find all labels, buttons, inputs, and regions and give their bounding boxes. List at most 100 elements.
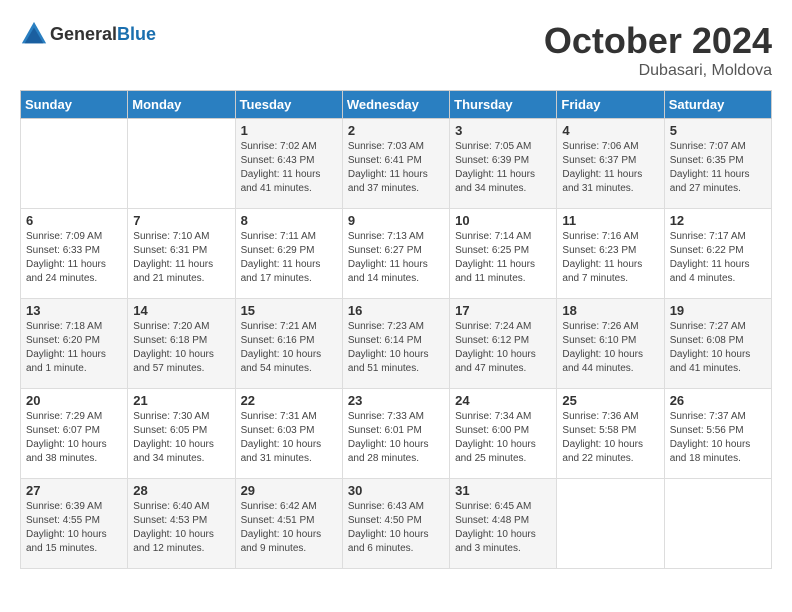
day-info: Sunrise: 7:23 AMSunset: 6:14 PMDaylight:…	[348, 320, 444, 376]
day-info: Sunrise: 7:20 AMSunset: 6:18 PMDaylight:…	[133, 320, 229, 376]
day-info: Sunrise: 7:03 AMSunset: 6:41 PMDaylight:…	[348, 140, 444, 196]
calendar-cell: 3 Sunrise: 7:05 AMSunset: 6:39 PMDaylight…	[450, 119, 557, 209]
day-number: 4	[562, 123, 658, 138]
weekday-header-row: SundayMondayTuesdayWednesdayThursdayFrid…	[21, 91, 772, 119]
day-number: 5	[670, 123, 766, 138]
day-info: Sunrise: 7:18 AMSunset: 6:20 PMDaylight:…	[26, 320, 122, 376]
day-info: Sunrise: 7:06 AMSunset: 6:37 PMDaylight:…	[562, 140, 658, 196]
calendar-cell: 12 Sunrise: 7:17 AMSunset: 6:22 PMDayligh…	[664, 209, 771, 299]
weekday-header-tuesday: Tuesday	[235, 91, 342, 119]
day-number: 17	[455, 303, 551, 318]
calendar-cell: 14 Sunrise: 7:20 AMSunset: 6:18 PMDayligh…	[128, 299, 235, 389]
day-number: 3	[455, 123, 551, 138]
day-number: 12	[670, 213, 766, 228]
day-number: 18	[562, 303, 658, 318]
calendar-cell: 26 Sunrise: 7:37 AMSunset: 5:56 PMDayligh…	[664, 389, 771, 479]
day-info: Sunrise: 7:34 AMSunset: 6:00 PMDaylight:…	[455, 410, 551, 466]
calendar-cell	[664, 479, 771, 569]
day-info: Sunrise: 7:13 AMSunset: 6:27 PMDaylight:…	[348, 230, 444, 286]
day-info: Sunrise: 7:02 AMSunset: 6:43 PMDaylight:…	[241, 140, 337, 196]
day-number: 19	[670, 303, 766, 318]
day-number: 28	[133, 483, 229, 498]
day-info: Sunrise: 7:17 AMSunset: 6:22 PMDaylight:…	[670, 230, 766, 286]
day-number: 2	[348, 123, 444, 138]
day-info: Sunrise: 7:37 AMSunset: 5:56 PMDaylight:…	[670, 410, 766, 466]
calendar-week-3: 13 Sunrise: 7:18 AMSunset: 6:20 PMDayligh…	[21, 299, 772, 389]
calendar-cell: 22Sunrise: 7:31 AMSunset: 6:03 PMDayligh…	[235, 389, 342, 479]
day-info: Sunrise: 7:11 AMSunset: 6:29 PMDaylight:…	[241, 230, 337, 286]
day-number: 29	[241, 483, 337, 498]
day-info: Sunrise: 7:31 AMSunset: 6:03 PMDaylight:…	[241, 410, 337, 466]
day-info: Sunrise: 7:10 AMSunset: 6:31 PMDaylight:…	[133, 230, 229, 286]
day-number: 11	[562, 213, 658, 228]
day-number: 31	[455, 483, 551, 498]
calendar-cell: 17 Sunrise: 7:24 AMSunset: 6:12 PMDayligh…	[450, 299, 557, 389]
day-number: 10	[455, 213, 551, 228]
weekday-header-friday: Friday	[557, 91, 664, 119]
day-number: 21	[133, 393, 229, 408]
location-title: Dubasari, Moldova	[544, 62, 772, 80]
calendar-cell: 30 Sunrise: 6:43 AMSunset: 4:50 PMDayligh…	[342, 479, 449, 569]
calendar-week-4: 20Sunrise: 7:29 AMSunset: 6:07 PMDayligh…	[21, 389, 772, 479]
day-info: Sunrise: 7:21 AMSunset: 6:16 PMDaylight:…	[241, 320, 337, 376]
calendar-cell: 28 Sunrise: 6:40 AMSunset: 4:53 PMDayligh…	[128, 479, 235, 569]
day-info: Sunrise: 7:26 AMSunset: 6:10 PMDaylight:…	[562, 320, 658, 376]
calendar-cell: 4 Sunrise: 7:06 AMSunset: 6:37 PMDaylight…	[557, 119, 664, 209]
logo-general-text: General	[50, 24, 117, 44]
month-title: October 2024	[544, 20, 772, 62]
day-number: 14	[133, 303, 229, 318]
calendar-cell: 10 Sunrise: 7:14 AMSunset: 6:25 PMDayligh…	[450, 209, 557, 299]
calendar-cell: 23 Sunrise: 7:33 AMSunset: 6:01 PMDayligh…	[342, 389, 449, 479]
day-info: Sunrise: 6:42 AMSunset: 4:51 PMDaylight:…	[241, 500, 337, 556]
day-number: 1	[241, 123, 337, 138]
day-number: 25	[562, 393, 658, 408]
day-number: 13	[26, 303, 122, 318]
day-info: Sunrise: 7:16 AMSunset: 6:23 PMDaylight:…	[562, 230, 658, 286]
day-info: Sunrise: 7:33 AMSunset: 6:01 PMDaylight:…	[348, 410, 444, 466]
calendar-cell: 11 Sunrise: 7:16 AMSunset: 6:23 PMDayligh…	[557, 209, 664, 299]
day-info: Sunrise: 7:29 AMSunset: 6:07 PMDaylight:…	[26, 410, 122, 466]
weekday-header-thursday: Thursday	[450, 91, 557, 119]
day-info: Sunrise: 7:24 AMSunset: 6:12 PMDaylight:…	[455, 320, 551, 376]
day-info: Sunrise: 7:30 AMSunset: 6:05 PMDaylight:…	[133, 410, 229, 466]
day-info: Sunrise: 6:45 AMSunset: 4:48 PMDaylight:…	[455, 500, 551, 556]
day-info: Sunrise: 7:07 AMSunset: 6:35 PMDaylight:…	[670, 140, 766, 196]
day-info: Sunrise: 7:14 AMSunset: 6:25 PMDaylight:…	[455, 230, 551, 286]
day-number: 26	[670, 393, 766, 408]
weekday-header-monday: Monday	[128, 91, 235, 119]
page-header: GeneralBlue October 2024 Dubasari, Moldo…	[20, 20, 772, 80]
calendar-week-1: 1 Sunrise: 7:02 AMSunset: 6:43 PMDaylight…	[21, 119, 772, 209]
calendar-cell: 24Sunrise: 7:34 AMSunset: 6:00 PMDayligh…	[450, 389, 557, 479]
day-number: 30	[348, 483, 444, 498]
calendar-week-2: 6Sunrise: 7:09 AMSunset: 6:33 PMDaylight…	[21, 209, 772, 299]
calendar-cell	[21, 119, 128, 209]
logo-icon	[20, 20, 48, 48]
calendar-cell: 6Sunrise: 7:09 AMSunset: 6:33 PMDaylight…	[21, 209, 128, 299]
calendar-cell: 20Sunrise: 7:29 AMSunset: 6:07 PMDayligh…	[21, 389, 128, 479]
calendar-cell: 18 Sunrise: 7:26 AMSunset: 6:10 PMDayligh…	[557, 299, 664, 389]
calendar-cell: 13 Sunrise: 7:18 AMSunset: 6:20 PMDayligh…	[21, 299, 128, 389]
calendar-cell: 27Sunrise: 6:39 AMSunset: 4:55 PMDayligh…	[21, 479, 128, 569]
calendar-week-5: 27Sunrise: 6:39 AMSunset: 4:55 PMDayligh…	[21, 479, 772, 569]
weekday-header-sunday: Sunday	[21, 91, 128, 119]
calendar-cell: 15 Sunrise: 7:21 AMSunset: 6:16 PMDayligh…	[235, 299, 342, 389]
title-block: October 2024 Dubasari, Moldova	[544, 20, 772, 80]
day-number: 23	[348, 393, 444, 408]
weekday-header-wednesday: Wednesday	[342, 91, 449, 119]
day-number: 9	[348, 213, 444, 228]
logo-blue-text: Blue	[117, 24, 156, 44]
day-info: Sunrise: 6:43 AMSunset: 4:50 PMDaylight:…	[348, 500, 444, 556]
calendar-cell: 2 Sunrise: 7:03 AMSunset: 6:41 PMDaylight…	[342, 119, 449, 209]
day-number: 6	[26, 213, 122, 228]
day-number: 7	[133, 213, 229, 228]
day-info: Sunrise: 6:40 AMSunset: 4:53 PMDaylight:…	[133, 500, 229, 556]
day-number: 15	[241, 303, 337, 318]
day-info: Sunrise: 7:36 AMSunset: 5:58 PMDaylight:…	[562, 410, 658, 466]
calendar-cell: 1 Sunrise: 7:02 AMSunset: 6:43 PMDaylight…	[235, 119, 342, 209]
day-info: Sunrise: 7:05 AMSunset: 6:39 PMDaylight:…	[455, 140, 551, 196]
calendar-cell: 7 Sunrise: 7:10 AMSunset: 6:31 PMDaylight…	[128, 209, 235, 299]
calendar-cell: 16Sunrise: 7:23 AMSunset: 6:14 PMDayligh…	[342, 299, 449, 389]
calendar-cell	[557, 479, 664, 569]
day-number: 27	[26, 483, 122, 498]
calendar-table: SundayMondayTuesdayWednesdayThursdayFrid…	[20, 90, 772, 569]
